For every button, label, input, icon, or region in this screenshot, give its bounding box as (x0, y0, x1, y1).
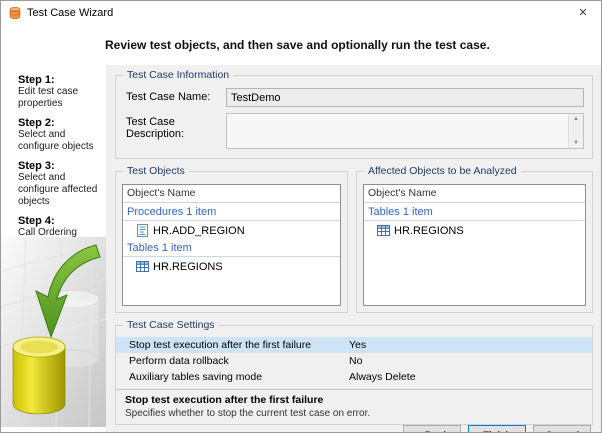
column-header-objects-name[interactable]: Object's Name (123, 185, 340, 203)
page-title: Review test objects, and then save and o… (105, 38, 490, 52)
setting-row-aux-tables-mode[interactable]: Auxiliary tables saving mode Always Dele… (116, 369, 592, 385)
scroll-down-icon[interactable]: ▼ (573, 140, 579, 146)
test-case-description-label: Test Case Description: (126, 113, 226, 149)
group-caption: Test Case Settings (123, 319, 219, 331)
procedure-icon (136, 224, 149, 237)
setting-value[interactable]: Yes (349, 339, 592, 351)
close-icon[interactable]: ✕ (565, 1, 601, 24)
table-icon (377, 224, 390, 237)
test-case-name-label: Test Case Name: (126, 88, 226, 107)
column-header-objects-name[interactable]: Object's Name (364, 185, 585, 203)
sidebar-step-3: Step 3: Select and configure affected ob… (1, 160, 102, 208)
setting-description-panel: Stop test execution after the first fail… (116, 389, 592, 424)
affected-objects-group: Affected Objects to be Analyzed Object's… (356, 171, 593, 313)
setting-row-data-rollback[interactable]: Perform data rollback No (116, 353, 592, 369)
object-group-procedures[interactable]: Procedures 1 item (123, 203, 340, 221)
titlebar[interactable]: Test Case Wizard ✕ (1, 1, 601, 24)
sidebar-step-4: Step 4: Call Ordering (1, 215, 102, 239)
test-objects-list: Object's Name Procedures 1 item (122, 184, 341, 306)
object-group-tables[interactable]: Tables 1 item (364, 203, 585, 221)
wizard-button-bar: < Back Finish Cancel (115, 425, 593, 433)
group-caption: Affected Objects to be Analyzed (364, 165, 521, 177)
sidebar-step-1: Step 1: Edit test case properties (1, 74, 102, 110)
wizard-artwork-image (1, 237, 106, 432)
test-case-description-input[interactable]: ▲ ▼ (226, 113, 584, 149)
wizard-steps-sidebar: Step 1: Edit test case properties Step 2… (1, 65, 106, 432)
wizard-header: Review test objects, and then save and o… (1, 24, 601, 65)
setting-value[interactable]: Always Delete (349, 371, 592, 383)
table-icon (136, 260, 149, 273)
setting-row-stop-on-failure[interactable]: Stop test execution after the first fail… (116, 337, 592, 353)
setting-value[interactable]: No (349, 355, 592, 367)
test-case-wizard-window: Test Case Wizard ✕ Review test objects, … (0, 0, 602, 433)
list-item-hr-regions[interactable]: HR.REGIONS (364, 221, 585, 239)
main-panel: Test Case Information Test Case Name: Te… (106, 65, 601, 432)
description-scrollbar[interactable]: ▲ ▼ (568, 114, 583, 148)
scroll-up-icon[interactable]: ▲ (573, 116, 579, 122)
list-item-hr-regions[interactable]: HR.REGIONS (123, 257, 340, 275)
group-caption: Test Case Information (123, 69, 233, 81)
window-title: Test Case Wizard (27, 7, 113, 19)
object-group-tables[interactable]: Tables 1 item (123, 239, 340, 257)
test-case-settings-group: Test Case Settings Stop test execution a… (115, 325, 593, 425)
test-case-name-input[interactable] (226, 88, 584, 107)
list-item-hr-add-region[interactable]: HR.ADD_REGION (123, 221, 340, 239)
cancel-button[interactable]: Cancel (533, 425, 591, 433)
test-objects-group: Test Objects Object's Name Procedures 1 … (115, 171, 348, 313)
setting-description-text: Specifies whether to stop the current te… (125, 408, 583, 419)
finish-button[interactable]: Finish (468, 425, 526, 433)
app-icon (8, 6, 22, 20)
group-caption: Test Objects (123, 165, 189, 177)
sidebar-step-2: Step 2: Select and configure objects (1, 117, 102, 153)
test-case-information-group: Test Case Information Test Case Name: Te… (115, 75, 593, 159)
affected-objects-list: Object's Name Tables 1 item (363, 184, 586, 306)
back-button[interactable]: < Back (403, 425, 461, 433)
setting-description-title: Stop test execution after the first fail… (125, 394, 583, 406)
